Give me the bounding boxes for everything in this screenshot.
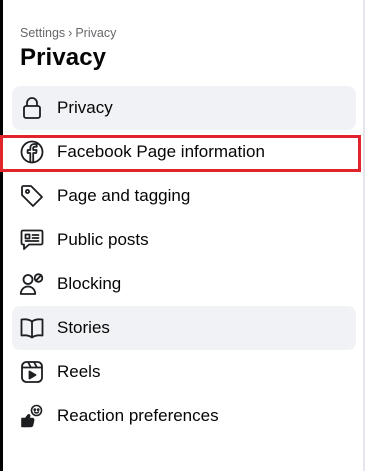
reels-icon <box>19 359 45 385</box>
nav-item-public-posts[interactable]: Public posts <box>12 218 356 262</box>
tag-icon <box>19 183 45 209</box>
lock-icon <box>19 95 45 121</box>
nav-item-label: Reels <box>57 362 101 381</box>
settings-panel: Settings › Privacy Privacy Privacy Faceb… <box>0 0 365 471</box>
nav-item-reels[interactable]: Reels <box>12 350 356 394</box>
chat-bubble-icon <box>19 227 45 253</box>
nav-item-label: Public posts <box>57 230 149 249</box>
nav-item-label: Blocking <box>57 274 122 293</box>
nav-item-stories[interactable]: Stories <box>12 306 356 350</box>
window-left-border <box>0 0 3 471</box>
reaction-icon <box>19 403 45 429</box>
nav-item-label: Stories <box>57 318 110 337</box>
facebook-icon <box>19 139 45 165</box>
nav-item-page-and-tagging[interactable]: Page and tagging <box>12 174 356 218</box>
book-icon <box>19 315 45 341</box>
nav-item-blocking[interactable]: Blocking <box>12 262 356 306</box>
page-title: Privacy <box>20 44 107 71</box>
nav-item-label: Facebook Page information <box>57 142 265 161</box>
privacy-nav: Privacy Facebook Page information Page a… <box>12 86 356 438</box>
breadcrumb-settings-link[interactable]: Settings <box>20 26 65 40</box>
breadcrumb-current: Privacy <box>75 26 117 40</box>
nav-item-label: Reaction preferences <box>57 406 219 425</box>
nav-item-label: Page and tagging <box>57 186 191 205</box>
nav-item-reaction-preferences[interactable]: Reaction preferences <box>12 394 356 438</box>
user-block-icon <box>19 271 45 297</box>
nav-item-label: Privacy <box>57 98 113 117</box>
breadcrumb-separator: › <box>68 26 73 40</box>
nav-item-privacy[interactable]: Privacy <box>12 86 356 130</box>
breadcrumb: Settings › Privacy <box>20 26 116 40</box>
nav-item-facebook-page-information[interactable]: Facebook Page information <box>12 130 356 174</box>
